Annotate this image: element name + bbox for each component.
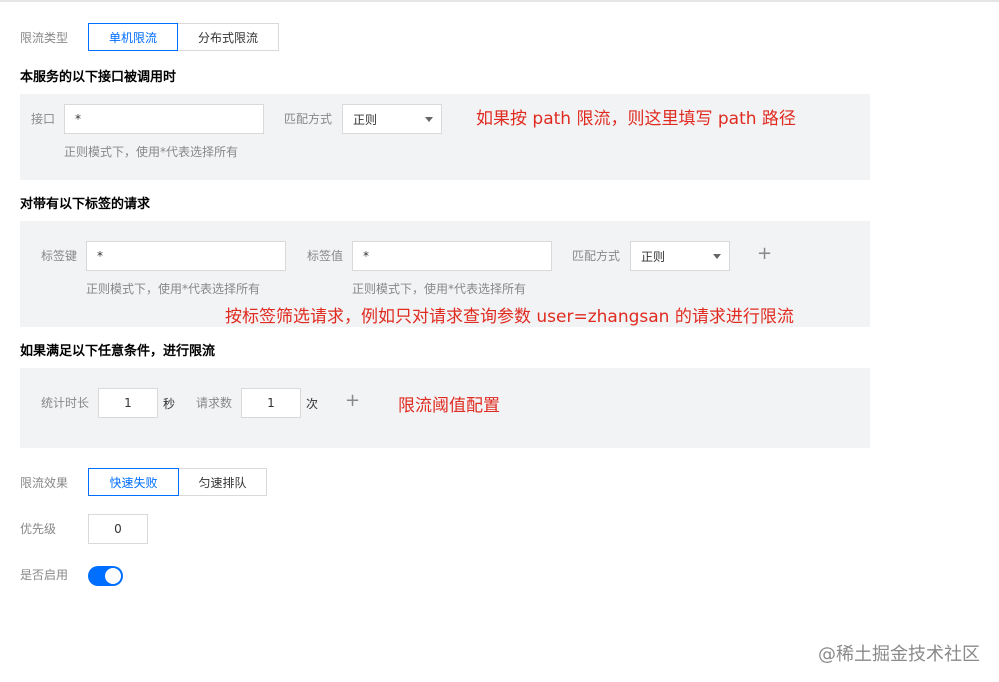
request-count-unit: 次 (306, 397, 319, 411)
condition-annotation: 限流阈值配置 (398, 396, 500, 416)
duration-input[interactable]: 1 (98, 388, 158, 418)
duration-input-value: 1 (124, 396, 132, 410)
tags-annotation: 按标签筛选请求，例如只对请求查询参数 user=zhangsan 的请求进行限流 (225, 307, 794, 327)
limit-effect-fast-fail-option[interactable]: 快速失败 (88, 468, 179, 496)
interface-input[interactable]: * (64, 104, 264, 134)
api-match-select[interactable]: 正则 (342, 104, 442, 134)
duration-unit: 秒 (163, 397, 176, 411)
priority-input[interactable]: 0 (88, 514, 148, 544)
section-tags-title: 对带有以下标签的请求 (20, 197, 151, 212)
priority-input-value: 0 (114, 522, 122, 536)
tag-key-input[interactable]: * (86, 241, 286, 271)
add-condition-button[interactable]: + (345, 392, 360, 410)
limit-type-distributed-option[interactable]: 分布式限流 (178, 23, 279, 51)
limit-effect-segmented: 快速失败 匀速排队 (88, 468, 267, 496)
request-count-input-value: 1 (267, 396, 275, 410)
priority-label: 优先级 (20, 522, 57, 536)
limit-effect-label: 限流效果 (20, 476, 69, 490)
api-annotation: 如果按 path 限流，则这里填写 path 路径 (476, 109, 796, 129)
watermark: @稀土掘金技术社区 (818, 644, 980, 665)
limit-type-segmented: 单机限流 分布式限流 (88, 23, 279, 51)
tag-value-input-value: * (363, 249, 369, 263)
chevron-down-icon (425, 116, 433, 122)
tag-key-input-value: * (97, 249, 103, 263)
tag-match-select-value: 正则 (641, 249, 666, 264)
tag-match-label: 匹配方式 (572, 249, 621, 263)
toggle-knob (105, 568, 121, 584)
tag-value-input[interactable]: * (352, 241, 552, 271)
duration-label: 统计时长 (41, 396, 90, 410)
interface-input-value: * (75, 112, 81, 126)
tag-value-label: 标签值 (307, 249, 344, 263)
request-count-input[interactable]: 1 (241, 388, 301, 418)
tag-value-hint: 正则模式下，使用*代表选择所有 (352, 282, 527, 296)
api-match-label: 匹配方式 (284, 112, 333, 126)
add-tag-button[interactable]: + (757, 245, 772, 263)
enabled-label: 是否启用 (20, 568, 69, 582)
interface-hint: 正则模式下，使用*代表选择所有 (64, 145, 239, 159)
section-api-title: 本服务的以下接口被调用时 (20, 70, 177, 85)
tag-match-select[interactable]: 正则 (630, 241, 730, 271)
limit-effect-queue-option[interactable]: 匀速排队 (179, 468, 267, 496)
tag-key-hint: 正则模式下，使用*代表选择所有 (86, 282, 261, 296)
interface-label: 接口 (31, 112, 56, 126)
enabled-toggle[interactable] (88, 566, 123, 586)
tag-key-label: 标签键 (41, 249, 78, 263)
limit-type-label: 限流类型 (20, 31, 69, 45)
top-divider (0, 0, 999, 2)
limit-type-standalone-option[interactable]: 单机限流 (88, 23, 178, 51)
chevron-down-icon (713, 253, 721, 259)
request-count-label: 请求数 (196, 396, 233, 410)
section-condition-title: 如果满足以下任意条件，进行限流 (20, 344, 216, 359)
api-match-select-value: 正则 (353, 112, 378, 127)
